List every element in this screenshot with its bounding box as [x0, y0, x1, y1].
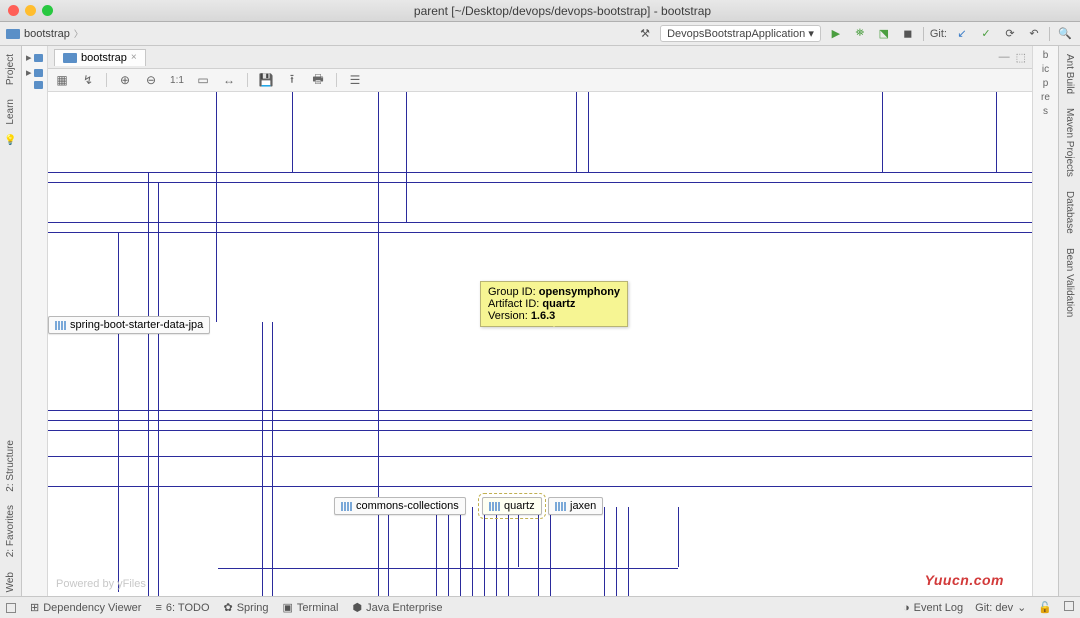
run-configuration[interactable]: DevopsBootstrapApplication ▾: [660, 25, 821, 42]
save-icon[interactable]: 💾: [258, 73, 274, 87]
sidebar-tab-web[interactable]: Web: [3, 568, 18, 596]
tooltip: Group ID: opensymphony Artifact ID: quar…: [480, 281, 628, 327]
editor-tab-bootstrap[interactable]: bootstrap ×: [54, 49, 146, 66]
editor-tabs: bootstrap × — ⬚: [48, 46, 1032, 69]
breadcrumb-item[interactable]: bootstrap: [24, 27, 83, 40]
layout-icon[interactable]: ▦: [54, 73, 70, 87]
status-jee[interactable]: ⬢ Java Enterprise: [353, 601, 443, 614]
status-dependency-viewer[interactable]: ⊞ Dependency Viewer: [30, 601, 141, 614]
revert-icon[interactable]: ↶: [1025, 25, 1043, 43]
expand-icon[interactable]: ▸: [26, 66, 32, 79]
module-icon: [63, 53, 77, 63]
close-tab-icon[interactable]: ×: [131, 52, 137, 63]
status-event-log[interactable]: ◑ Event Log: [903, 601, 963, 614]
breadcrumb[interactable]: bootstrap: [6, 27, 636, 40]
tooltip-version-label: Version:: [488, 310, 528, 322]
left-tool-stripe: Project Learn 💡 2: Structure 2: Favorite…: [0, 46, 22, 596]
sidebar-tab-ant[interactable]: Ant Build: [1062, 50, 1077, 98]
window-controls: [8, 5, 53, 16]
search-icon[interactable]: 🔍: [1056, 25, 1074, 43]
diagram-toolbar: ▦ ↯ ⊕ ⊖ 1:1 ▭ ↔ 💾 ⭱ 🖶 ☰: [48, 69, 1032, 92]
tooltip-artifact-label: Artifact ID:: [488, 298, 539, 310]
node-label: spring-boot-starter-data-jpa: [70, 319, 203, 331]
watermark: Powered by yFiles: [56, 578, 146, 590]
build-icon[interactable]: ⚒: [636, 25, 654, 43]
tab-label: bootstrap: [81, 52, 127, 64]
brand-watermark: Yuucn.com: [925, 572, 1004, 588]
sidebar-tab-maven[interactable]: Maven Projects: [1062, 104, 1077, 181]
settings-icon[interactable]: ☰: [347, 73, 363, 87]
node-label: commons-collections: [356, 500, 459, 512]
close-icon[interactable]: [8, 5, 19, 16]
tooltip-group: opensymphony: [539, 286, 620, 298]
expand-icon[interactable]: ▸: [26, 51, 32, 64]
zoom-out-icon[interactable]: ⊖: [143, 73, 159, 87]
zoom-icon[interactable]: [42, 5, 53, 16]
node-spring-boot-starter-data-jpa[interactable]: spring-boot-starter-data-jpa: [48, 316, 210, 334]
status-terminal[interactable]: ▣ Terminal: [283, 601, 339, 614]
titlebar: parent [~/Desktop/devops/devops-bootstra…: [0, 0, 1080, 22]
git-label: Git:: [930, 28, 947, 40]
node-quartz[interactable]: quartz: [482, 497, 542, 515]
zoom-in-icon[interactable]: ⊕: [117, 73, 133, 87]
right-gutter: b ic p re s: [1032, 46, 1058, 596]
node-label: quartz: [504, 500, 535, 512]
lightbulb-icon[interactable]: 💡: [4, 135, 16, 146]
marker-ic[interactable]: ic: [1042, 64, 1049, 75]
node-commons-collections[interactable]: commons-collections: [334, 497, 466, 515]
status-git-branch[interactable]: Git: dev ⌄: [975, 601, 1026, 614]
node-label: jaxen: [570, 500, 596, 512]
right-tool-stripe: Ant Build Maven Projects Database Bean V…: [1058, 46, 1080, 596]
memory-indicator-icon[interactable]: [1064, 601, 1074, 611]
minimize-tool-icon[interactable]: —: [999, 51, 1010, 64]
run-icon[interactable]: ▶: [827, 25, 845, 43]
export-icon[interactable]: ⭱: [284, 70, 300, 91]
coverage-icon[interactable]: ⬔: [875, 25, 893, 43]
folder-icon: [34, 81, 43, 89]
navigation-bar: bootstrap ⚒ DevopsBootstrapApplication ▾…: [0, 22, 1080, 46]
update-project-icon[interactable]: ↙: [953, 25, 971, 43]
sidebar-tab-project[interactable]: Project: [3, 50, 18, 89]
tooltip-version: 1.6.3: [531, 310, 555, 322]
sidebar-tab-structure[interactable]: 2: Structure: [3, 436, 18, 496]
marker-p[interactable]: p: [1043, 78, 1049, 89]
status-todo[interactable]: ≡ 6: TODO: [155, 602, 209, 614]
history-icon[interactable]: ⟳: [1001, 25, 1019, 43]
bars-icon: [555, 502, 566, 511]
window-title: parent [~/Desktop/devops/devops-bootstra…: [53, 4, 1072, 18]
folder-icon: [34, 54, 43, 62]
print-icon[interactable]: 🖶: [310, 70, 326, 91]
minimize-icon[interactable]: [25, 5, 36, 16]
sidebar-tab-bean[interactable]: Bean Validation: [1062, 244, 1077, 321]
lock-icon[interactable]: 🔓: [1038, 601, 1052, 614]
module-icon: [6, 29, 20, 39]
debug-icon[interactable]: ⛯: [851, 25, 869, 43]
project-tool-window: ▸ ▸: [22, 46, 48, 596]
dependency-diagram[interactable]: spring-boot-starter-data-jpa commons-col…: [48, 92, 1032, 596]
fit-content-icon[interactable]: ▭: [195, 73, 211, 87]
status-bar: ⊞ Dependency Viewer ≡ 6: TODO ✿ Spring ▣…: [0, 596, 1080, 618]
bars-icon: [55, 321, 66, 330]
apply-layout-icon[interactable]: ↔: [221, 73, 237, 87]
sidebar-tab-database[interactable]: Database: [1062, 187, 1077, 238]
sidebar-tab-learn[interactable]: Learn: [3, 95, 18, 129]
run-config-label: DevopsBootstrapApplication: [667, 28, 805, 40]
bars-icon: [341, 502, 352, 511]
marker-s[interactable]: s: [1043, 106, 1048, 117]
route-icon[interactable]: ↯: [80, 73, 96, 87]
node-jaxen[interactable]: jaxen: [548, 497, 603, 515]
tooltip-group-label: Group ID:: [488, 286, 536, 298]
marker-re[interactable]: re: [1041, 92, 1050, 103]
bars-icon: [489, 502, 500, 511]
hide-tool-icon[interactable]: ⬚: [1016, 51, 1026, 64]
stop-icon[interactable]: ◼: [899, 25, 917, 43]
sidebar-tab-favorites[interactable]: 2: Favorites: [3, 501, 18, 561]
zoom-actual-icon[interactable]: 1:1: [169, 75, 185, 86]
commit-icon[interactable]: ✓: [977, 25, 995, 43]
folder-icon: [34, 69, 43, 77]
status-spring[interactable]: ✿ Spring: [224, 601, 269, 614]
marker-b[interactable]: b: [1043, 50, 1049, 61]
tool-window-quick-access-icon[interactable]: [6, 603, 16, 613]
tooltip-artifact: quartz: [542, 298, 575, 310]
